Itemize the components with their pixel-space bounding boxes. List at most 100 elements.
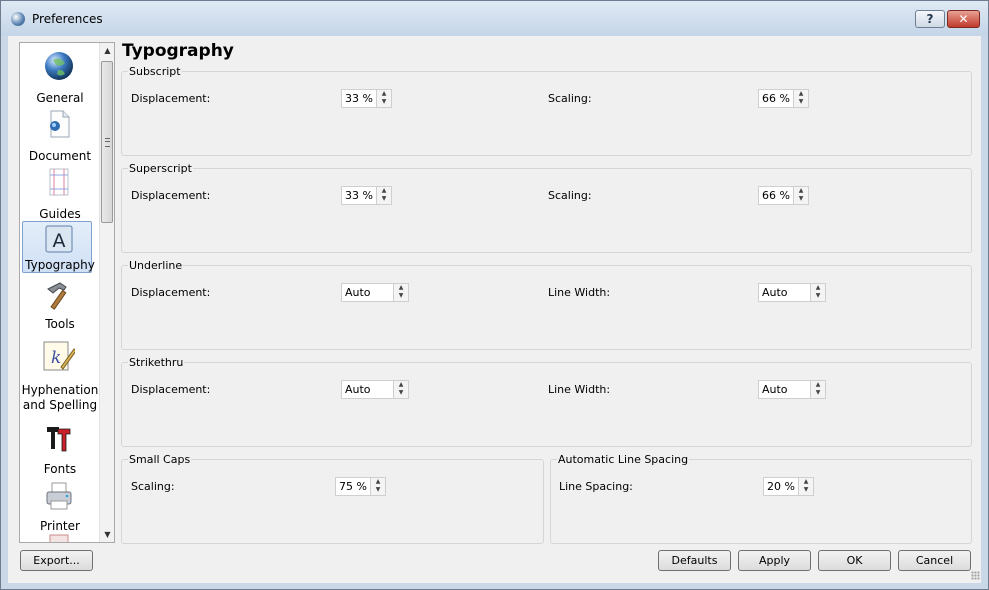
underline-displacement-spinbox[interactable]: Auto ▲ ▼ — [341, 283, 409, 302]
spin-down-icon[interactable]: ▼ — [377, 195, 391, 203]
sidebar-scrollbar[interactable]: ▲ ▼ — [99, 43, 114, 542]
subscript-group — [121, 71, 972, 156]
document-icon — [50, 110, 70, 138]
apply-button[interactable]: Apply — [738, 550, 811, 571]
smallcaps-scaling-label: Scaling: — [131, 480, 175, 493]
line-spacing-spinbox[interactable]: 20 % ▲ ▼ — [763, 477, 814, 496]
spin-down-icon[interactable]: ▼ — [394, 389, 408, 397]
spin-down-icon[interactable]: ▼ — [794, 195, 808, 203]
strikethru-linewidth-spinbox[interactable]: Auto ▲ ▼ — [758, 380, 826, 399]
printer-icon — [46, 482, 72, 510]
underline-group — [121, 265, 972, 350]
spin-up-icon[interactable]: ▲ — [794, 187, 808, 195]
sidebar-item-general[interactable]: General — [20, 49, 100, 105]
next-category-icon — [49, 534, 69, 542]
export-button[interactable]: Export... — [20, 550, 93, 571]
superscript-scaling-spinbox[interactable]: 66 % ▲ ▼ — [758, 186, 809, 205]
sidebar-item-label: Fonts — [43, 462, 77, 476]
page-title: Typography — [122, 41, 234, 61]
scrollbar-thumb[interactable] — [101, 61, 113, 223]
spin-buttons: ▲ ▼ — [798, 478, 813, 495]
spin-up-icon[interactable]: ▲ — [394, 381, 408, 389]
spin-buttons: ▲ ▼ — [376, 187, 391, 204]
help-button[interactable]: ? — [915, 10, 945, 28]
superscript-group-title: Superscript — [128, 162, 193, 175]
spin-up-icon[interactable]: ▲ — [811, 381, 825, 389]
title-bar[interactable]: Preferences ? ✕ — [1, 1, 988, 36]
spinbox-value[interactable]: 33 % — [345, 92, 373, 105]
spinbox-value[interactable]: Auto — [762, 383, 788, 396]
superscript-displacement-spinbox[interactable]: 33 % ▲ ▼ — [341, 186, 392, 205]
sidebar-item-hyphenation-spelling[interactable]: k Hyphenation and Spelling — [20, 339, 100, 412]
sidebar-item-label: Guides — [39, 207, 81, 221]
svg-text:A: A — [53, 230, 66, 252]
superscript-displacement-label: Displacement: — [131, 189, 211, 202]
defaults-button[interactable]: Defaults — [658, 550, 731, 571]
auto-line-spacing-group — [550, 459, 972, 544]
spinbox-value[interactable]: 33 % — [345, 189, 373, 202]
guides-icon — [49, 168, 69, 196]
superscript-group — [121, 168, 972, 253]
spin-buttons: ▲ ▼ — [393, 381, 408, 398]
spin-up-icon[interactable]: ▲ — [377, 90, 391, 98]
scroll-up-icon[interactable]: ▲ — [100, 43, 114, 58]
spin-up-icon[interactable]: ▲ — [371, 478, 385, 486]
strikethru-displacement-spinbox[interactable]: Auto ▲ ▼ — [341, 380, 409, 399]
app-icon — [11, 12, 25, 26]
strikethru-group — [121, 362, 972, 447]
spin-down-icon[interactable]: ▼ — [394, 292, 408, 300]
resize-grip-icon[interactable] — [971, 571, 980, 580]
spin-down-icon[interactable]: ▼ — [794, 98, 808, 106]
sidebar-item-label: Hyphenation and Spelling — [21, 383, 99, 412]
spinbox-value[interactable]: 66 % — [762, 189, 790, 202]
spin-down-icon[interactable]: ▼ — [799, 486, 813, 494]
sidebar-item-guides[interactable]: Guides — [20, 165, 100, 221]
spin-down-icon[interactable]: ▼ — [811, 389, 825, 397]
subscript-scaling-label: Scaling: — [548, 92, 592, 105]
spin-down-icon[interactable]: ▼ — [371, 486, 385, 494]
category-sidebar: General Document Guides A Typography Too… — [19, 42, 115, 543]
strikethru-displacement-label: Displacement: — [131, 383, 211, 396]
superscript-scaling-label: Scaling: — [548, 189, 592, 202]
underline-displacement-label: Displacement: — [131, 286, 211, 299]
subscript-scaling-spinbox[interactable]: 66 % ▲ ▼ — [758, 89, 809, 108]
fonts-icon — [47, 427, 71, 452]
spin-down-icon[interactable]: ▼ — [377, 98, 391, 106]
sidebar-item-fonts[interactable]: Fonts — [20, 423, 100, 476]
smallcaps-scaling-spinbox[interactable]: 75 % ▲ ▼ — [335, 477, 386, 496]
spinbox-value[interactable]: 20 % — [767, 480, 795, 493]
sidebar-item-label: General — [36, 91, 84, 105]
spin-buttons: ▲ ▼ — [793, 90, 808, 107]
close-button[interactable]: ✕ — [947, 10, 980, 28]
hammer-icon — [47, 282, 67, 310]
sidebar-item-printer[interactable]: Printer — [20, 481, 100, 533]
spinbox-value[interactable]: 75 % — [339, 480, 367, 493]
spin-up-icon[interactable]: ▲ — [811, 284, 825, 292]
subscript-displacement-spinbox[interactable]: 33 % ▲ ▼ — [341, 89, 392, 108]
spin-buttons: ▲ ▼ — [376, 90, 391, 107]
ok-button[interactable]: OK — [818, 550, 891, 571]
spin-up-icon[interactable]: ▲ — [377, 187, 391, 195]
spinbox-value[interactable]: 66 % — [762, 92, 790, 105]
cancel-button[interactable]: Cancel — [898, 550, 971, 571]
scroll-down-icon[interactable]: ▼ — [100, 527, 114, 542]
spinbox-value[interactable]: Auto — [762, 286, 788, 299]
underline-linewidth-spinbox[interactable]: Auto ▲ ▼ — [758, 283, 826, 302]
sidebar-item-document[interactable]: Document — [20, 107, 100, 163]
smallcaps-group-title: Small Caps — [128, 453, 192, 466]
sidebar-item-typography[interactable]: A Typography — [20, 221, 100, 273]
spin-up-icon[interactable]: ▲ — [799, 478, 813, 486]
spinbox-value[interactable]: Auto — [345, 286, 371, 299]
spin-up-icon[interactable]: ▲ — [794, 90, 808, 98]
spin-buttons: ▲ ▼ — [810, 381, 825, 398]
grip-icon — [105, 138, 110, 147]
sidebar-item-tools[interactable]: Tools — [20, 281, 100, 333]
spin-buttons: ▲ ▼ — [370, 478, 385, 495]
sidebar-item-label: Document — [28, 149, 92, 163]
spin-up-icon[interactable]: ▲ — [394, 284, 408, 292]
sidebar-item-label: Printer — [40, 519, 80, 533]
subscript-displacement-label: Displacement: — [131, 92, 211, 105]
spin-down-icon[interactable]: ▼ — [811, 292, 825, 300]
spinbox-value[interactable]: Auto — [345, 383, 371, 396]
spin-buttons: ▲ ▼ — [393, 284, 408, 301]
